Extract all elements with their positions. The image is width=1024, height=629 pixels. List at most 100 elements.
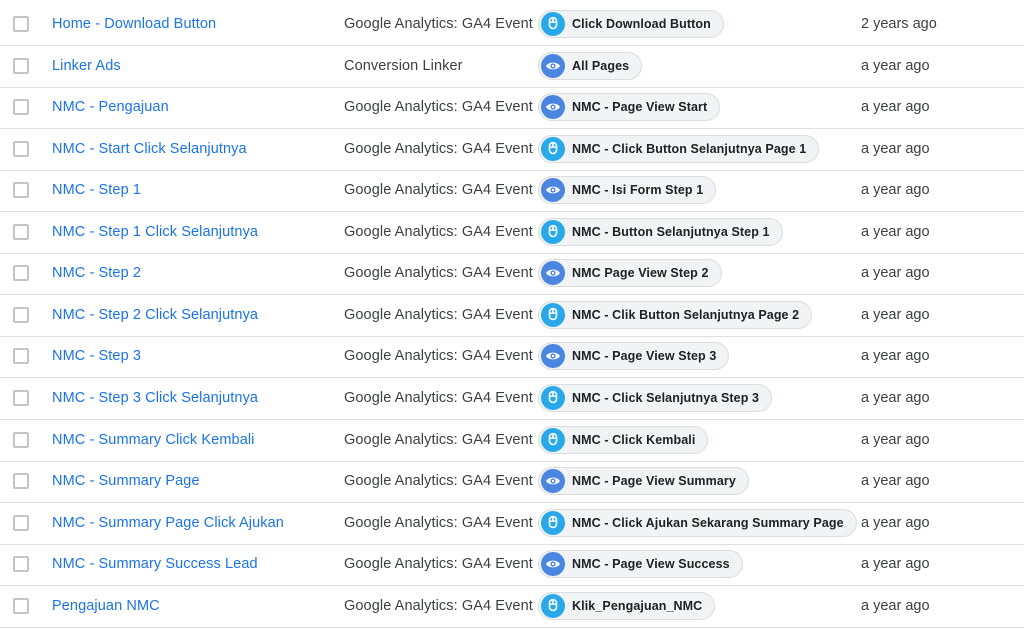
last-edited: a year ago bbox=[861, 348, 930, 365]
table-row: NMC - Step 3 Google Analytics: GA4 Event… bbox=[0, 337, 1024, 379]
last-edited: a year ago bbox=[861, 556, 930, 573]
tag-name-link[interactable]: Linker Ads bbox=[52, 58, 121, 74]
eye-icon bbox=[541, 344, 565, 369]
table-row: NMC - Summary Page Click Ajukan Google A… bbox=[0, 504, 1024, 545]
row-checkbox[interactable] bbox=[13, 514, 29, 531]
trigger-chip[interactable]: NMC - Isi Form Step 1 bbox=[538, 176, 717, 205]
trigger-chip[interactable]: NMC - Clik Button Selanjutnya Page 2 bbox=[538, 300, 813, 329]
trigger-chip[interactable]: Click Download Button bbox=[538, 10, 724, 38]
cursor-click-icon bbox=[541, 427, 565, 452]
tag-name-link[interactable]: NMC - Step 2 Click Selanjutnya bbox=[52, 307, 258, 323]
cursor-click-icon bbox=[541, 219, 565, 244]
trigger-label: NMC - Click Ajukan Sekarang Summary Page bbox=[572, 515, 844, 530]
cursor-click-icon bbox=[541, 593, 565, 618]
row-checkbox[interactable] bbox=[13, 265, 29, 282]
last-edited: a year ago bbox=[861, 99, 930, 116]
row-checkbox[interactable] bbox=[13, 389, 29, 406]
table-row: NMC - Summary Success Lead Google Analyt… bbox=[0, 545, 1024, 587]
tag-type: Conversion Linker bbox=[344, 57, 463, 74]
tag-name-link[interactable]: NMC - Step 3 Click Selanjutnya bbox=[52, 390, 258, 406]
table-row: NMC - Step 2 Google Analytics: GA4 Event… bbox=[0, 254, 1024, 296]
tag-type: Google Analytics: GA4 Event bbox=[344, 223, 533, 240]
trigger-label: NMC - Clik Button Selanjutnya Page 2 bbox=[572, 307, 800, 322]
eye-icon bbox=[541, 178, 565, 203]
row-checkbox[interactable] bbox=[13, 99, 29, 116]
trigger-label: NMC - Click Kembali bbox=[572, 432, 696, 447]
trigger-chip[interactable]: NMC Page View Step 2 bbox=[538, 259, 722, 288]
row-checkbox[interactable] bbox=[13, 431, 29, 448]
eye-icon bbox=[541, 552, 565, 577]
table-row: Linker Ads Conversion Linker All Pages a… bbox=[0, 47, 1024, 88]
eye-icon bbox=[541, 261, 565, 286]
tag-name-link[interactable]: Pengajuan NMC bbox=[52, 598, 160, 614]
trigger-chip[interactable]: NMC - Click Selanjutnya Step 3 bbox=[538, 383, 773, 412]
table-row: NMC - Pengajuan Google Analytics: GA4 Ev… bbox=[0, 88, 1024, 130]
tag-name-link[interactable]: NMC - Summary Page bbox=[52, 473, 200, 489]
tag-name-link[interactable]: NMC - Step 3 bbox=[52, 348, 141, 364]
tag-name-link[interactable]: NMC - Step 2 bbox=[52, 265, 141, 281]
cursor-click-icon bbox=[541, 385, 565, 410]
row-checkbox[interactable] bbox=[13, 223, 29, 240]
trigger-chip[interactable]: NMC - Page View Start bbox=[538, 93, 721, 122]
cursor-click-icon bbox=[541, 12, 565, 36]
table-row: NMC - Step 1 Google Analytics: GA4 Event… bbox=[0, 171, 1024, 213]
tag-type: Google Analytics: GA4 Event bbox=[344, 140, 533, 157]
table-row: NMC - Step 3 Click Selanjutnya Google An… bbox=[0, 379, 1024, 420]
row-checkbox[interactable] bbox=[13, 306, 29, 323]
trigger-label: NMC - Click Button Selanjutnya Page 1 bbox=[572, 141, 807, 156]
table-row: NMC - Summary Page Google Analytics: GA4… bbox=[0, 462, 1024, 504]
table-row: Home - Download Button Google Analytics:… bbox=[0, 5, 1024, 46]
tag-name-link[interactable]: NMC - Summary Click Kembali bbox=[52, 432, 255, 448]
tag-type: Google Analytics: GA4 Event bbox=[344, 389, 533, 406]
tag-type: Google Analytics: GA4 Event bbox=[344, 182, 533, 199]
tag-name-link[interactable]: Home - Download Button bbox=[52, 16, 216, 32]
tag-name-link[interactable]: NMC - Step 1 bbox=[52, 182, 141, 198]
table-row: NMC - Start Click Selanjutnya Google Ana… bbox=[0, 130, 1024, 171]
trigger-chip[interactable]: NMC - Page View Success bbox=[538, 550, 743, 579]
trigger-chip[interactable]: NMC - Page View Step 3 bbox=[538, 342, 730, 371]
trigger-chip[interactable]: NMC - Click Button Selanjutnya Page 1 bbox=[538, 134, 820, 163]
tag-type: Google Analytics: GA4 Event bbox=[344, 597, 533, 614]
trigger-label: Click Download Button bbox=[572, 17, 711, 31]
trigger-chip[interactable]: NMC - Button Selanjutnya Step 1 bbox=[538, 217, 783, 246]
trigger-label: NMC Page View Step 2 bbox=[572, 266, 709, 281]
tag-name-link[interactable]: NMC - Pengajuan bbox=[52, 99, 169, 115]
tag-type: Google Analytics: GA4 Event bbox=[344, 99, 533, 116]
table-row: NMC - Step 1 Click Selanjutnya Google An… bbox=[0, 213, 1024, 254]
trigger-chip[interactable]: NMC - Page View Summary bbox=[538, 467, 749, 496]
last-edited: a year ago bbox=[861, 514, 930, 531]
row-checkbox[interactable] bbox=[13, 16, 29, 32]
last-edited: a year ago bbox=[861, 431, 930, 448]
row-checkbox[interactable] bbox=[13, 473, 29, 490]
row-checkbox[interactable] bbox=[13, 140, 29, 157]
tag-name-link[interactable]: NMC - Start Click Selanjutnya bbox=[52, 141, 247, 157]
last-edited: a year ago bbox=[861, 265, 930, 282]
last-edited: a year ago bbox=[861, 597, 930, 614]
trigger-label: NMC - Page View Start bbox=[572, 100, 708, 115]
tag-type: Google Analytics: GA4 Event bbox=[344, 16, 533, 32]
tag-type: Google Analytics: GA4 Event bbox=[344, 514, 533, 531]
trigger-chip[interactable]: NMC - Click Ajukan Sekarang Summary Page bbox=[538, 508, 857, 537]
tag-name-link[interactable]: NMC - Summary Success Lead bbox=[52, 556, 258, 572]
last-edited: a year ago bbox=[861, 223, 930, 240]
last-edited: a year ago bbox=[861, 389, 930, 406]
row-checkbox[interactable] bbox=[13, 57, 29, 74]
eye-icon bbox=[541, 95, 565, 120]
row-checkbox[interactable] bbox=[13, 182, 29, 199]
trigger-label: NMC - Click Selanjutnya Step 3 bbox=[572, 390, 760, 405]
last-edited: a year ago bbox=[861, 57, 930, 74]
tag-name-link[interactable]: NMC - Summary Page Click Ajukan bbox=[52, 515, 284, 531]
trigger-label: NMC - Button Selanjutnya Step 1 bbox=[572, 224, 770, 239]
tag-type: Google Analytics: GA4 Event bbox=[344, 265, 533, 282]
table-row: NMC - Step 2 Click Selanjutnya Google An… bbox=[0, 296, 1024, 337]
trigger-chip[interactable]: Klik_Pengajuan_NMC bbox=[538, 591, 716, 620]
row-checkbox[interactable] bbox=[13, 348, 29, 365]
trigger-chip[interactable]: All Pages bbox=[538, 51, 643, 80]
tag-type: Google Analytics: GA4 Event bbox=[344, 556, 533, 573]
tag-type: Google Analytics: GA4 Event bbox=[344, 431, 533, 448]
row-checkbox[interactable] bbox=[13, 597, 29, 614]
trigger-label: NMC - Page View Summary bbox=[572, 474, 736, 489]
tag-name-link[interactable]: NMC - Step 1 Click Selanjutnya bbox=[52, 224, 258, 240]
trigger-chip[interactable]: NMC - Click Kembali bbox=[538, 425, 709, 454]
row-checkbox[interactable] bbox=[13, 556, 29, 573]
